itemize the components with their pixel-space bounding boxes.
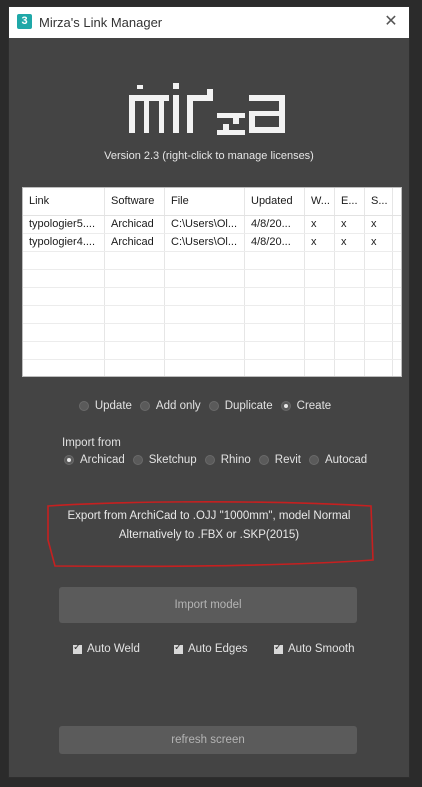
export-info-text: Export from ArchiCad to .OJJ "1000mm", m… xyxy=(54,507,364,545)
table-row-empty[interactable] xyxy=(23,360,401,376)
window-title: Mirza's Link Manager xyxy=(39,15,163,30)
radio-dot-selected xyxy=(280,401,291,411)
cell-s: x xyxy=(365,234,393,251)
main-window: 3 Mirza's Link Manager ✕ mirza Version 2… xyxy=(8,6,410,778)
import-from-label: Import from xyxy=(62,437,121,449)
table-row-empty[interactable] xyxy=(23,324,401,342)
table-row-empty[interactable] xyxy=(23,342,401,360)
column-header-file[interactable]: File xyxy=(165,188,245,215)
checkbox-checked xyxy=(73,642,82,654)
links-table[interactable]: Link Software File Updated W... E... S..… xyxy=(22,187,402,377)
auto-smooth-checkbox[interactable]: Auto Smooth xyxy=(274,642,354,655)
radio-dot-selected xyxy=(64,455,74,465)
table-row-empty[interactable] xyxy=(23,252,401,270)
auto-weld-checkbox[interactable]: Auto Weld xyxy=(73,642,140,655)
app-icon: 3 xyxy=(17,14,32,29)
close-button[interactable]: ✕ xyxy=(381,12,401,32)
cell-software: Archicad xyxy=(105,216,165,233)
import-autocad-radio[interactable]: Autocad xyxy=(308,454,367,466)
cell-link: typologier4.... xyxy=(23,234,105,251)
export-info-line1: Export from ArchiCad to .OJJ "1000mm", m… xyxy=(67,510,351,522)
column-header-software[interactable]: Software xyxy=(105,188,165,215)
radio-dot xyxy=(308,455,319,465)
table-header: Link Software File Updated W... E... S..… xyxy=(23,188,401,216)
table-row-empty[interactable] xyxy=(23,270,401,288)
cell-e: x xyxy=(335,216,365,233)
cell-link: typologier5.... xyxy=(23,216,105,233)
mirza-logo: mirza xyxy=(9,79,285,135)
cell-e: x xyxy=(335,234,365,251)
mode-update-radio[interactable]: Update xyxy=(78,400,132,412)
radio-dot xyxy=(258,455,269,465)
radio-dot xyxy=(139,401,150,411)
mode-add-only-radio[interactable]: Add only xyxy=(139,400,201,412)
import-rhino-radio[interactable]: Rhino xyxy=(204,454,251,466)
column-header-updated[interactable]: Updated xyxy=(245,188,305,215)
radio-dot xyxy=(208,401,219,411)
title-bar: 3 Mirza's Link Manager ✕ xyxy=(9,7,409,38)
refresh-screen-button[interactable]: refresh screen xyxy=(59,726,357,754)
table-row-empty[interactable] xyxy=(23,306,401,324)
cell-file: C:\Users\Ol... xyxy=(165,216,245,233)
cell-file: C:\Users\Ol... xyxy=(165,234,245,251)
checkbox-checked xyxy=(274,642,283,654)
radio-dot xyxy=(204,455,215,465)
column-header-s[interactable]: S... xyxy=(365,188,393,215)
version-label[interactable]: Version 2.3 (right-click to manage licen… xyxy=(9,150,409,162)
cell-updated: 4/8/20... xyxy=(245,216,305,233)
import-revit-radio[interactable]: Revit xyxy=(258,454,301,466)
mode-create-radio[interactable]: Create xyxy=(280,400,331,412)
import-model-button[interactable]: Import model xyxy=(59,587,357,623)
checkbox-checked xyxy=(174,642,183,654)
column-header-link[interactable]: Link xyxy=(23,188,105,215)
import-archicad-radio[interactable]: Archicad xyxy=(64,454,125,466)
cell-s: x xyxy=(365,216,393,233)
import-from-radio-group: Archicad Sketchup Rhino Revit Autocad xyxy=(64,454,404,466)
mode-radio-group: Update Add only Duplicate Create xyxy=(9,400,409,412)
export-info-line2: Alternatively to .FBX or .SKP(2015) xyxy=(118,529,300,541)
cell-software: Archicad xyxy=(105,234,165,251)
column-header-w[interactable]: W... xyxy=(305,188,335,215)
auto-edges-checkbox[interactable]: Auto Edges xyxy=(174,642,247,655)
import-sketchup-radio[interactable]: Sketchup xyxy=(132,454,197,466)
cell-w: x xyxy=(305,234,335,251)
radio-dot xyxy=(132,455,143,465)
mode-duplicate-radio[interactable]: Duplicate xyxy=(208,400,273,412)
cell-updated: 4/8/20... xyxy=(245,234,305,251)
table-row[interactable]: typologier5.... Archicad C:\Users\Ol... … xyxy=(23,216,401,234)
cell-w: x xyxy=(305,216,335,233)
table-row[interactable]: typologier4.... Archicad C:\Users\Ol... … xyxy=(23,234,401,252)
table-row-empty[interactable] xyxy=(23,288,401,306)
radio-dot xyxy=(78,401,89,411)
logo-text: mirza xyxy=(9,79,12,80)
column-header-e[interactable]: E... xyxy=(335,188,365,215)
